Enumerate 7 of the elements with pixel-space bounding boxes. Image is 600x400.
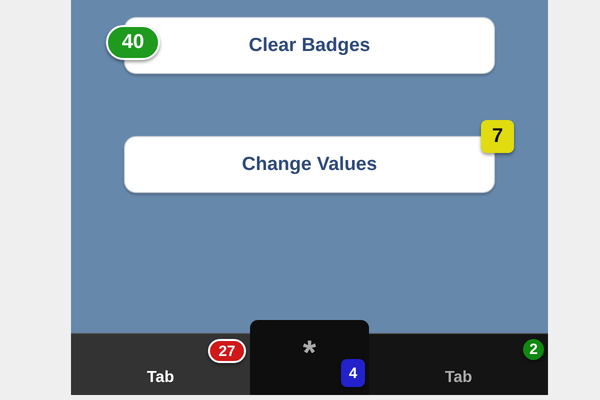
count-badge: 40	[106, 25, 160, 60]
tab[interactable]: Tab 27	[71, 334, 250, 395]
count-badge: 7	[481, 120, 514, 153]
count-badge: 27	[208, 339, 246, 363]
count-badge: 4	[341, 359, 365, 387]
action-button[interactable]: Change Values	[124, 136, 495, 193]
count-badge: 2	[523, 339, 544, 360]
